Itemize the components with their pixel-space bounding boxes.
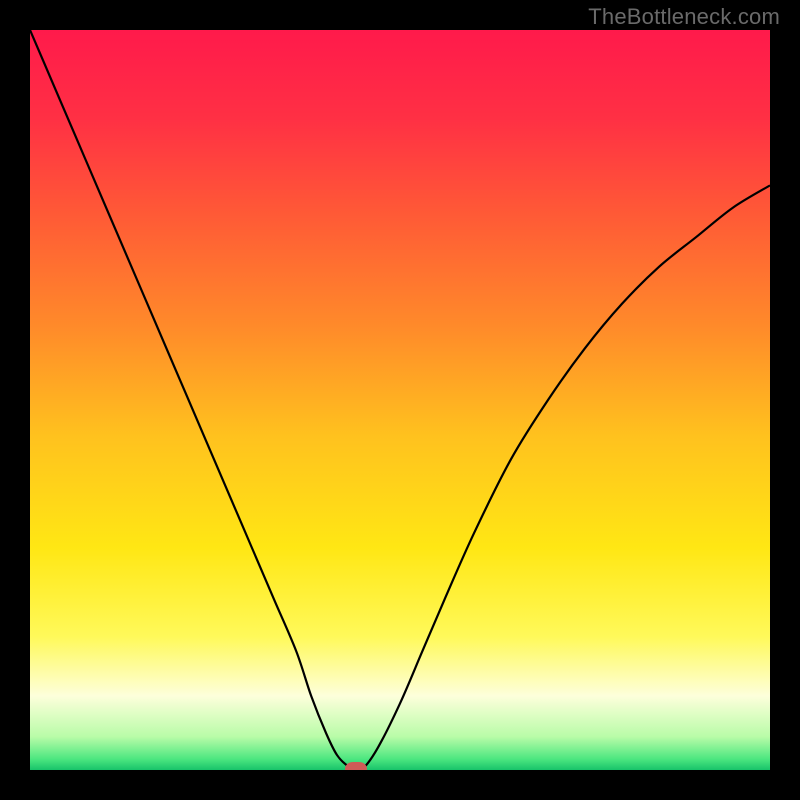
optimum-marker <box>345 762 367 770</box>
chart-frame: TheBottleneck.com <box>0 0 800 800</box>
watermark-text: TheBottleneck.com <box>588 4 780 30</box>
plot-area <box>30 30 770 770</box>
bottleneck-curve <box>30 30 770 770</box>
